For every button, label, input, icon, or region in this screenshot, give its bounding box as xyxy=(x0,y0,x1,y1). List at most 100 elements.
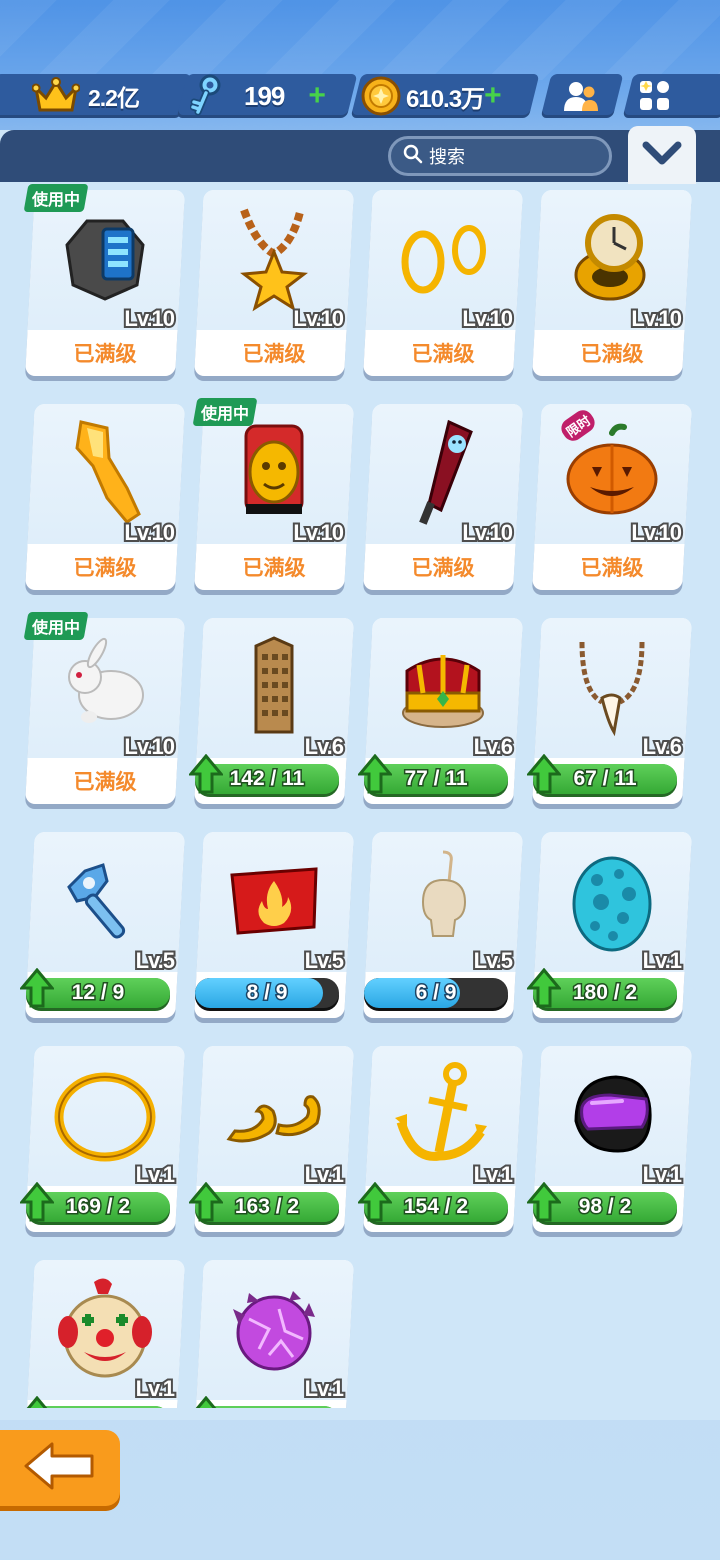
royal-crown-icon xyxy=(388,632,498,742)
coin-currency: 610.3万 + xyxy=(350,74,540,118)
upgrade-arrow-icon xyxy=(195,1396,217,1408)
upgrade-arrow-icon xyxy=(358,1182,392,1222)
item-level: Lv.10 xyxy=(629,304,684,333)
item-card[interactable]: Lv.1 xyxy=(25,1260,185,1408)
item-card[interactable]: Lv.6 67 / 11 xyxy=(527,618,692,804)
item-level: Lv.1 xyxy=(641,946,684,975)
in-use-badge: 使用中 xyxy=(192,398,258,426)
sort-dropdown-button[interactable] xyxy=(628,126,696,184)
purple-crystal-icon xyxy=(219,1274,329,1384)
progress-bar: 8 / 9 xyxy=(195,978,339,1008)
background-stripe xyxy=(0,0,720,80)
crown-currency: 2.2亿 xyxy=(0,74,192,118)
clown-mask-icon xyxy=(50,1274,160,1384)
item-card[interactable]: Lv.1 180 / 2 xyxy=(527,832,692,1018)
item-card[interactable]: Lv.1 xyxy=(194,1260,354,1408)
item-card[interactable]: Lv.1 154 / 2 xyxy=(358,1046,523,1232)
item-level: Lv.1 xyxy=(303,1374,346,1403)
golden-blade-icon xyxy=(50,418,160,528)
key-add-button[interactable]: + xyxy=(308,79,326,112)
item-card[interactable]: Lv.6 142 / 11 xyxy=(189,618,354,804)
item-card[interactable]: Lv.1 169 / 2 xyxy=(20,1046,185,1232)
progress-text: 8 / 9 xyxy=(245,980,289,1006)
item-card[interactable]: Lv.10 已满级 xyxy=(194,190,354,376)
grid-menu-icon xyxy=(638,79,672,113)
coin-value: 610.3万 xyxy=(406,85,485,113)
currency-bar: 2.2亿 199 + 610.3万 + xyxy=(0,74,720,120)
golden-idol-icon xyxy=(219,418,329,528)
item-level: Lv.5 xyxy=(303,946,346,975)
item-card[interactable]: Lv.10 已满级 xyxy=(25,404,185,590)
maxed-label: 已满级 xyxy=(242,342,306,366)
upgrade-arrow-icon xyxy=(527,1182,561,1222)
item-card[interactable]: Lv.6 77 / 11 xyxy=(358,618,523,804)
item-card[interactable]: 使用中 Lv.10 已满级 xyxy=(192,398,354,590)
item-level: Lv.5 xyxy=(134,946,177,975)
item-card[interactable]: 限时 Lv.10 已满级 xyxy=(532,404,692,590)
in-use-badge: 使用中 xyxy=(23,184,89,212)
item-card[interactable]: 使用中 Lv.10 已满级 xyxy=(23,612,185,804)
search-field[interactable]: 搜索 xyxy=(388,136,612,176)
item-card[interactable]: Lv.5 6 / 9 xyxy=(363,832,523,1018)
upgrade-arrow-icon xyxy=(189,754,223,794)
hex-watch-icon xyxy=(50,204,160,314)
panel-header xyxy=(0,130,720,182)
friends-button[interactable] xyxy=(540,74,624,118)
spotted-egg-icon xyxy=(557,846,667,956)
search-placeholder: 搜索 xyxy=(429,147,465,168)
item-card[interactable]: Lv.10 已满级 xyxy=(363,404,523,590)
item-level: Lv.1 xyxy=(641,1160,684,1189)
key-value: 199 xyxy=(244,80,285,111)
wind-up-key-icon xyxy=(50,846,160,956)
maxed-label: 已满级 xyxy=(73,770,137,794)
skyscraper-icon xyxy=(219,632,329,742)
key-currency: 199 + xyxy=(176,74,358,118)
item-level: Lv.10 xyxy=(291,518,346,547)
item-level: Lv.1 xyxy=(134,1374,177,1403)
crown-value: 2.2亿 xyxy=(88,85,139,111)
in-use-badge: 使用中 xyxy=(23,612,89,640)
item-level: Lv.10 xyxy=(122,732,177,761)
item-card[interactable]: Lv.5 8 / 9 xyxy=(194,832,354,1018)
item-level: Lv.10 xyxy=(291,304,346,333)
item-level: Lv.10 xyxy=(629,518,684,547)
maxed-label: 已满级 xyxy=(242,556,306,580)
item-grid: 使用中 Lv.10 已满级 Lv.10 已满级 Lv.10 已满级 Lv.10 … xyxy=(0,182,720,1408)
maxed-label: 已满级 xyxy=(411,556,475,580)
fire-badge-icon xyxy=(219,846,329,956)
gold-mustache-icon xyxy=(219,1060,329,1170)
item-level: Lv.1 xyxy=(303,1160,346,1189)
item-level: Lv.6 xyxy=(303,732,346,761)
gold-hoop-icon xyxy=(50,1060,160,1170)
rabbit-icon xyxy=(50,632,160,742)
item-level: Lv.6 xyxy=(472,732,515,761)
item-card[interactable]: Lv.1 98 / 2 xyxy=(527,1046,692,1232)
menu-button[interactable] xyxy=(622,74,720,118)
progress-text: 6 / 9 xyxy=(414,980,458,1006)
key-icon xyxy=(190,74,224,118)
upgrade-arrow-icon xyxy=(26,1396,48,1408)
item-card[interactable]: Lv.10 已满级 xyxy=(363,190,523,376)
back-button[interactable] xyxy=(0,1430,120,1506)
gold-rings-icon xyxy=(388,204,498,314)
item-level: Lv.10 xyxy=(122,518,177,547)
upgrade-arrow-icon xyxy=(20,968,54,1008)
item-level: Lv.1 xyxy=(472,1160,515,1189)
upgrade-arrow-icon xyxy=(20,1182,54,1222)
item-level: Lv.10 xyxy=(460,518,515,547)
coin-icon xyxy=(360,75,402,117)
star-necklace-icon xyxy=(219,204,329,314)
maxed-label: 已满级 xyxy=(73,556,137,580)
item-level: Lv.10 xyxy=(460,304,515,333)
item-card[interactable]: Lv.5 12 / 9 xyxy=(20,832,185,1018)
item-card[interactable]: Lv.10 已满级 xyxy=(532,190,692,376)
search-icon xyxy=(403,144,423,169)
upgrade-arrow-icon xyxy=(189,1182,223,1222)
coin-add-button[interactable]: + xyxy=(484,79,502,112)
pocket-watch-ring-icon xyxy=(557,204,667,314)
item-card[interactable]: Lv.1 163 / 2 xyxy=(189,1046,354,1232)
maxed-label: 已满级 xyxy=(411,342,475,366)
item-level: Lv.1 xyxy=(134,1160,177,1189)
item-card[interactable]: 使用中 Lv.10 已满级 xyxy=(23,184,185,376)
skull-ornament-icon xyxy=(388,846,498,956)
